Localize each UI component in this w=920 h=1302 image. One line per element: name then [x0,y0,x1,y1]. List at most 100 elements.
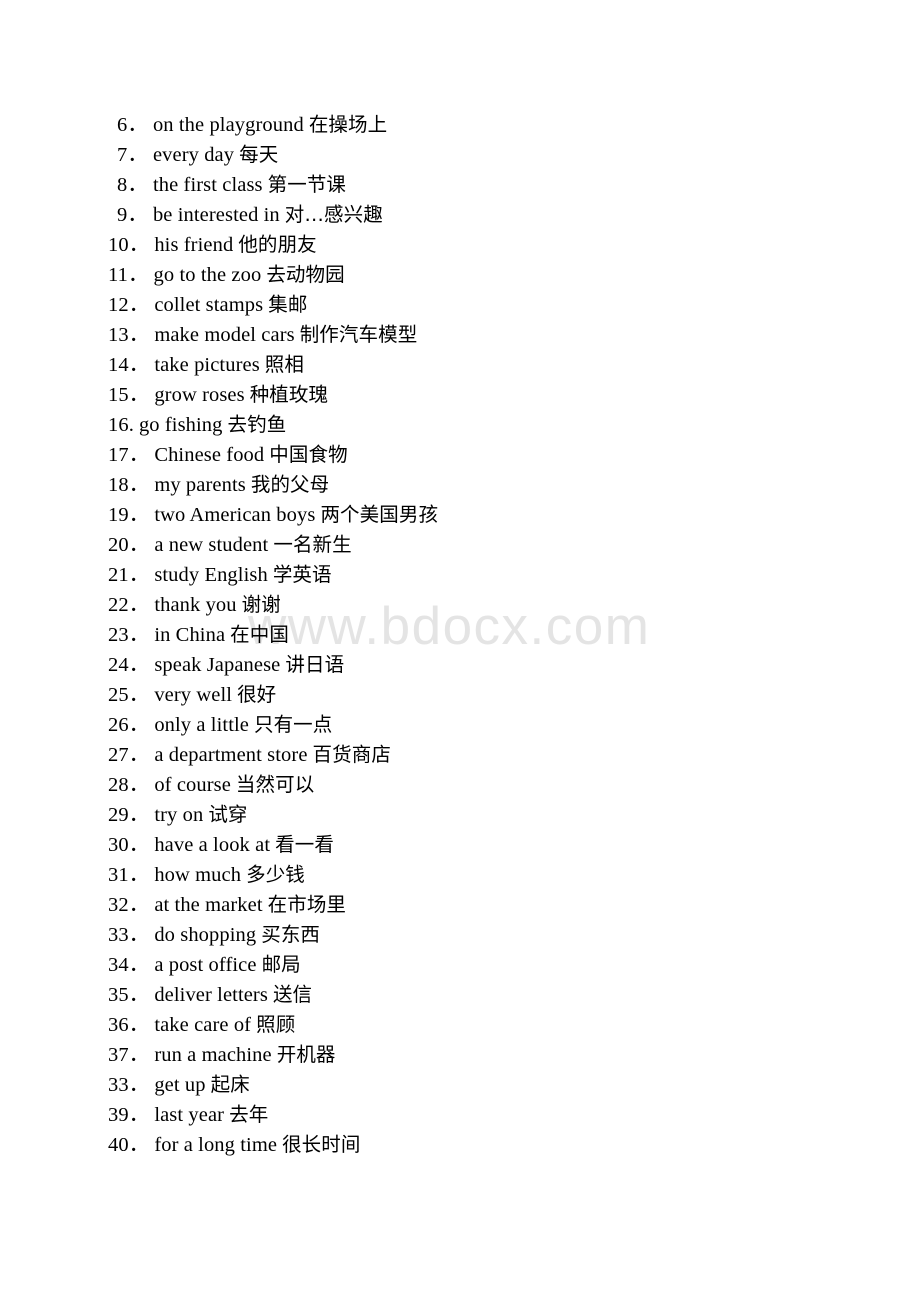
item-number: 25． [108,684,150,706]
item-number: 31． [108,864,150,886]
item-chinese-translation: 我的父母 [250,473,330,496]
vocabulary-item: 18． my parents 我的父母 [108,470,868,500]
item-english-term: deliver letters [154,984,268,1006]
item-number: 36． [108,1014,150,1036]
item-number: 35． [108,984,150,1006]
item-english-term: only a little [154,714,249,736]
vocabulary-item: 16. go fishing 去钓鱼 [108,410,868,440]
item-chinese-translation: 他的朋友 [238,233,317,256]
vocabulary-item: 37． run a machine 开机器 [108,1040,868,1070]
vocabulary-item: 33． do shopping 买东西 [108,920,868,950]
item-english-term: grow roses [154,384,245,406]
item-number: 39． [108,1104,150,1126]
item-number: 9． [117,204,148,226]
item-english-term: a post office [154,954,257,976]
item-number: 26． [108,714,150,736]
vocabulary-item: 7． every day 每天 [108,140,868,170]
item-english-term: make model cars [154,324,295,346]
item-chinese-translation: 在市场里 [267,893,347,916]
item-number: 11． [108,264,149,286]
item-number: 40． [108,1134,150,1156]
item-chinese-translation: 百货商店 [312,743,391,766]
item-chinese-translation: 两个美国男孩 [320,503,439,526]
item-chinese-translation: 去动物园 [266,263,345,286]
item-chinese-translation: 只有一点 [253,713,333,736]
vocabulary-item: 40． for a long time 很长时间 [108,1130,868,1160]
vocabulary-item: 12． collet stamps 集邮 [108,290,868,320]
vocabulary-item: 19． two American boys 两个美国男孩 [108,500,868,530]
item-english-term: every day [152,144,235,166]
item-english-term: take care of [154,1014,252,1036]
item-number: 6． [117,114,148,136]
item-chinese-translation: 去钓鱼 [227,413,287,436]
item-english-term: go to the zoo [153,264,262,286]
vocabulary-item: 15． grow roses 种植玫瑰 [108,380,868,410]
vocabulary-item: 20． a new student 一名新生 [108,530,868,560]
item-chinese-translation: 一名新生 [273,533,352,556]
vocabulary-item: 24． speak Japanese 讲日语 [108,650,868,680]
vocabulary-item: 8． the first class 第一节课 [108,170,868,200]
item-chinese-translation: 每天 [239,143,279,166]
item-chinese-translation: 起床 [210,1073,250,1096]
item-number: 8． [117,174,148,196]
vocabulary-item: 36． take care of 照顾 [108,1010,868,1040]
item-number: 30． [108,834,150,856]
vocabulary-item: 35． deliver letters 送信 [108,980,868,1010]
item-number: 12． [108,294,150,316]
item-english-term: on the playground [152,114,304,136]
vocabulary-item: 34． a post office 邮局 [108,950,868,980]
document-page: 6． on the playground 在操场上 7． every day 每天 8． th… [0,0,920,1302]
item-chinese-translation: 种植玫瑰 [249,383,329,406]
item-english-term: in China [154,624,226,646]
item-number: 7． [117,144,148,166]
vocabulary-item: 28． of course 当然可以 [108,770,868,800]
item-english-term: collet stamps [154,294,264,316]
vocabulary-item: 9． be interested in 对…感兴趣 [108,200,868,230]
item-chinese-translation: 在操场上 [308,113,388,136]
item-number: 22． [108,594,150,616]
item-chinese-translation: 买东西 [261,923,321,946]
item-chinese-translation: 多少钱 [246,863,305,886]
item-chinese-translation: 送信 [272,983,313,1006]
item-chinese-translation: 试穿 [208,803,248,826]
item-number: 13． [108,324,150,346]
item-number: 33． [108,924,150,946]
item-chinese-translation: 照顾 [256,1013,296,1036]
item-number: 28． [108,774,150,796]
item-number: 33． [108,1074,150,1096]
item-number: 10． [108,234,150,256]
vocabulary-item: 31． how much 多少钱 [108,860,868,890]
vocabulary-item: 6． on the playground 在操场上 [108,110,868,140]
item-english-term: last year [154,1104,225,1126]
item-chinese-translation: 谢谢 [241,593,281,616]
item-chinese-translation: 对…感兴趣 [284,203,383,226]
item-chinese-translation: 很好 [237,683,277,706]
item-chinese-translation: 邮局 [261,953,301,976]
item-number: 16. [108,414,134,436]
vocabulary-item: 26． only a little 只有一点 [108,710,868,740]
item-chinese-translation: 在中国 [230,623,289,646]
item-english-term: have a look at [154,834,271,856]
item-number: 17． [108,444,150,466]
item-chinese-translation: 很长时间 [282,1133,361,1156]
item-english-term: his friend [154,234,234,256]
vocabulary-item: 21． study English 学英语 [108,560,868,590]
item-english-term: be interested in [152,204,280,226]
item-english-term: a new student [154,534,269,556]
item-number: 27． [108,744,150,766]
item-number: 14． [108,354,150,376]
item-chinese-translation: 中国食物 [269,443,348,466]
vocabulary-list: 6． on the playground 在操场上 7． every day 每天 8． th… [108,110,868,1160]
item-english-term: of course [154,774,231,796]
item-number: 21． [108,564,150,586]
item-chinese-translation: 去年 [229,1103,269,1126]
item-english-term: for a long time [154,1134,278,1156]
item-english-term: very well [154,684,233,706]
item-english-term: study English [154,564,268,586]
vocabulary-item: 11． go to the zoo 去动物园 [108,260,868,290]
item-number: 34． [108,954,150,976]
item-number: 24． [108,654,150,676]
item-english-term: my parents [154,474,246,496]
item-chinese-translation: 看一看 [275,833,334,856]
item-chinese-translation: 集邮 [268,293,308,316]
